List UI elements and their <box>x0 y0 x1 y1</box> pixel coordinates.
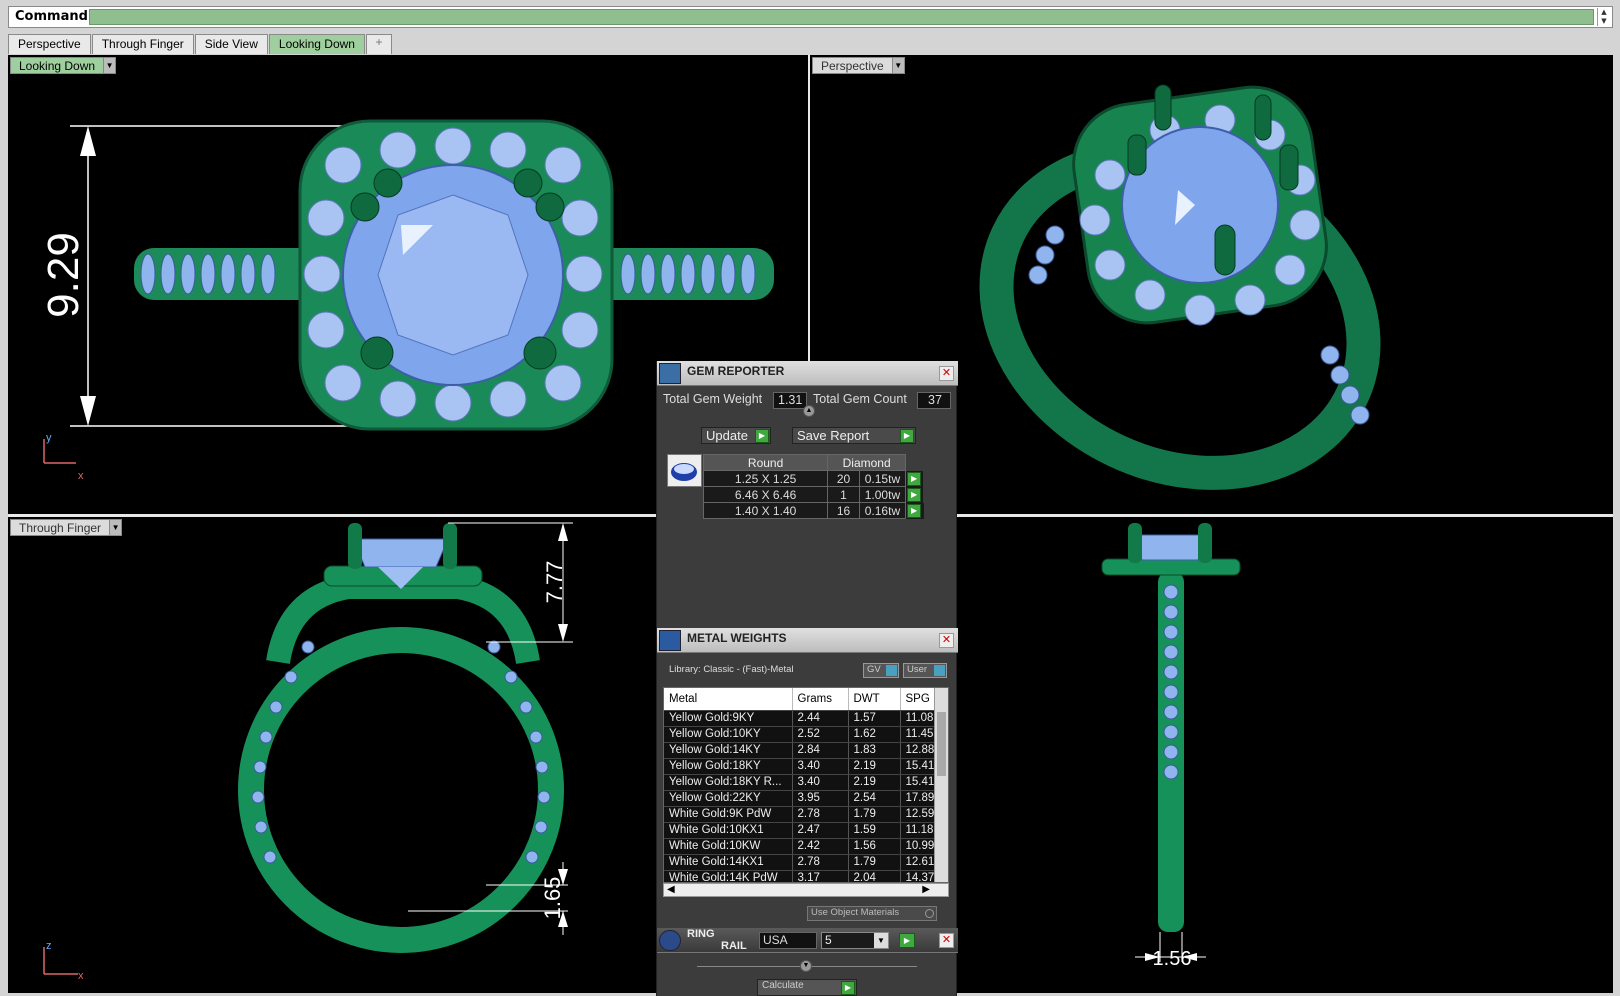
close-icon[interactable]: ✕ <box>939 633 954 648</box>
metal-row[interactable]: Yellow Gold:10KY 2.52 1.62 11.45 <box>664 726 948 743</box>
metal-row[interactable]: White Gold:10KW 2.42 1.56 10.99 <box>664 838 948 855</box>
tab-side-view[interactable]: Side View <box>194 34 268 54</box>
chevron-down-icon[interactable]: ▼ <box>874 933 888 948</box>
dimension-label-165: 1.65 <box>540 877 565 920</box>
play-icon: ▶ <box>841 981 855 995</box>
gem-reporter-title: GEM REPORTER <box>687 364 785 378</box>
save-report-button[interactable]: Save Report ▶ <box>792 427 916 444</box>
update-button[interactable]: Update ▶ <box>701 427 771 444</box>
gv-toggle[interactable]: GV <box>863 663 899 678</box>
axis-z-label: z <box>46 940 52 952</box>
dimension-label-777: 7.77 <box>542 561 567 604</box>
metal-row[interactable]: Yellow Gold:9KY 2.44 1.57 11.08 <box>664 710 948 727</box>
info-icon <box>886 665 897 676</box>
axis-x-label: x <box>78 970 84 982</box>
axis-x-label: x <box>78 470 84 482</box>
tab-perspective[interactable]: Perspective <box>8 34 91 54</box>
viewport-label-looking-down[interactable]: Looking Down ▼ <box>10 57 117 74</box>
gem-col-material: Diamond <box>827 454 907 471</box>
metal-row[interactable]: White Gold:14K PdW 3.17 2.04 14.37 <box>664 870 948 882</box>
scroll-right-icon[interactable]: ▶ <box>922 884 930 895</box>
ring-size-region-select[interactable]: USA <box>759 932 817 949</box>
radio-icon <box>925 909 934 918</box>
gem-reporter-header[interactable]: GEM REPORTER ✕ <box>657 361 958 386</box>
user-toggle[interactable]: User <box>903 663 947 678</box>
metal-library-label: Library: Classic - (Fast)-Metal <box>669 664 794 675</box>
total-gem-weight-label: Total Gem Weight <box>663 392 763 406</box>
command-bar: Command: ▲ ▼ <box>8 6 1613 28</box>
metal-row[interactable]: Yellow Gold:18KY 3.40 2.19 15.41 <box>664 758 948 775</box>
metal-weights-header[interactable]: METAL WEIGHTS ✕ <box>657 628 958 653</box>
viewport-menu-icon[interactable]: ▼ <box>110 519 123 536</box>
total-gem-count-value: 37 <box>917 392 951 409</box>
viewport-tabs: Perspective Through Finger Side View Loo… <box>8 34 393 54</box>
col-grams[interactable]: Grams <box>792 688 849 711</box>
col-dwt[interactable]: DWT <box>848 688 901 711</box>
viewport-label-perspective[interactable]: Perspective ▼ <box>812 57 905 74</box>
row-play-icon[interactable]: ▶ <box>907 487 922 502</box>
ring-rail-title: RING RAIL <box>687 928 747 952</box>
viewport-menu-icon[interactable]: ▼ <box>892 57 905 74</box>
play-icon: ▶ <box>900 429 914 443</box>
dimension-label-929: 9.29 <box>39 232 88 318</box>
gem-row[interactable]: 1.40 X 1.40 16 0.16tw ▶ <box>702 502 924 519</box>
close-icon[interactable]: ✕ <box>939 366 954 381</box>
total-gem-weight-value: 1.31 <box>773 392 807 409</box>
expand-icon[interactable]: ▼ <box>800 960 812 972</box>
metal-row[interactable]: Yellow Gold:18KY R... 3.40 2.19 15.41 <box>664 774 948 791</box>
gem-row[interactable]: 1.25 X 1.25 20 0.15tw ▶ <box>702 470 924 487</box>
command-label: Command: <box>9 7 93 27</box>
scroll-left-icon[interactable]: ◀ <box>667 884 675 895</box>
vertical-scrollbar[interactable] <box>934 688 948 882</box>
play-icon: ▶ <box>755 429 769 443</box>
total-gem-count-label: Total Gem Count <box>813 392 907 406</box>
gem-row[interactable]: 6.46 X 6.46 1 1.00tw ▶ <box>702 486 924 503</box>
gem-table: Round Diamond 1.25 X 1.25 20 0.15tw ▶ 6.… <box>702 454 924 519</box>
metal-row[interactable]: White Gold:9K PdW 2.78 1.79 12.59 <box>664 806 948 823</box>
viewport-menu-icon[interactable]: ▼ <box>104 57 117 74</box>
gem-reporter-icon <box>659 363 681 384</box>
scroll-thumb[interactable] <box>937 712 946 776</box>
metal-weights-title: METAL WEIGHTS <box>687 631 787 645</box>
tool-panels: GEM REPORTER ✕ Total Gem Weight 1.31 Tot… <box>656 361 958 996</box>
row-play-icon[interactable]: ▶ <box>907 471 922 486</box>
collapse-icon[interactable]: ▲ <box>803 405 815 417</box>
command-scroll-arrows[interactable]: ▲ ▼ <box>1597 8 1610 26</box>
metal-weights-table: Metal Grams DWT SPG Yellow Gold:9KY 2.44 1… <box>663 687 949 883</box>
close-icon[interactable]: ✕ <box>939 933 954 948</box>
calculate-button[interactable]: Calculate ▶ <box>757 979 857 996</box>
apply-size-play-icon[interactable]: ▶ <box>899 933 915 948</box>
gem-shape-icon <box>667 454 702 487</box>
metal-row[interactable]: Yellow Gold:14KY 2.84 1.83 12.88 <box>664 742 948 759</box>
row-play-icon[interactable]: ▶ <box>907 503 922 518</box>
total-gem-weight-row: Total Gem Weight 1.31 <box>663 392 807 410</box>
viewport-label-through-finger[interactable]: Through Finger ▼ <box>10 519 123 536</box>
info-icon <box>934 665 945 676</box>
ring-rail-icon <box>659 930 681 951</box>
dimension-label-156: 1.56 <box>1153 948 1192 970</box>
metal-row[interactable]: White Gold:14KX1 2.78 1.79 12.61 <box>664 854 948 871</box>
gem-col-shape: Round <box>702 454 829 471</box>
horizontal-scrollbar[interactable]: ◀ ▶ <box>663 883 949 897</box>
add-tab-icon[interactable]: + <box>365 34 392 54</box>
axis-y-label: y <box>46 432 52 444</box>
ring-rail-header[interactable]: RING RAIL USA 5 ▼ ▶ ✕ <box>657 928 958 953</box>
total-gem-count-row: Total Gem Count 37 <box>813 392 951 410</box>
command-input[interactable] <box>89 9 1594 25</box>
tab-through-finger[interactable]: Through Finger <box>91 34 194 54</box>
col-metal[interactable]: Metal <box>664 688 793 711</box>
ring-size-select[interactable]: 5 ▼ <box>821 932 889 949</box>
tab-looking-down[interactable]: Looking Down <box>268 34 365 54</box>
scale-icon <box>659 630 681 651</box>
use-object-materials-toggle[interactable]: Use Object Materials <box>807 906 937 921</box>
metal-row[interactable]: Yellow Gold:22KY 3.95 2.54 17.89 <box>664 790 948 807</box>
metal-row[interactable]: White Gold:10KX1 2.47 1.59 11.18 <box>664 822 948 839</box>
